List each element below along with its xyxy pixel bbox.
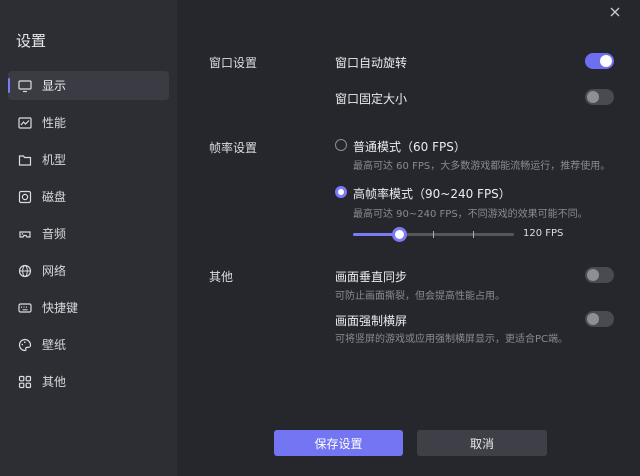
force-landscape-desc: 可将竖屏的游戏或应用强制横屏显示，更适合PC端。 (335, 334, 569, 345)
high-fps-mode-label[interactable]: 高帧率模式（90~240 FPS） (353, 185, 511, 202)
normal-mode-label[interactable]: 普通模式（60 FPS） (353, 138, 466, 155)
keyboard-icon (18, 301, 32, 315)
sidebar-item-display[interactable]: 显示 (8, 71, 169, 100)
globe-icon (18, 264, 32, 278)
sidebar-item-label: 音频 (42, 227, 67, 241)
sidebar: 设置 显示 性能 机型 磁盘 音频 网络 快捷键 壁纸 其他 (0, 0, 177, 476)
sidebar-item-other[interactable]: 其他 (8, 367, 169, 396)
sidebar-item-wallpaper[interactable]: 壁纸 (8, 330, 169, 359)
save-button[interactable]: 保存设置 (274, 430, 403, 456)
performance-icon (18, 116, 32, 130)
sidebar-nav: 显示 性能 机型 磁盘 音频 网络 快捷键 壁纸 其他 (8, 71, 169, 404)
vsync-desc: 可防止画面撕裂，但会提高性能占用。 (335, 291, 505, 302)
toggle-knob (587, 313, 599, 325)
vsync-label: 画面垂直同步 (335, 270, 408, 284)
settings-content: 窗口设置 窗口自动旋转 窗口固定大小 帧率设置 普通模式（60 FPS） 最高可… (177, 0, 640, 476)
monitor-icon (18, 79, 32, 93)
sidebar-item-disk[interactable]: 磁盘 (8, 182, 169, 211)
sidebar-item-label: 其他 (42, 375, 67, 389)
close-icon[interactable] (608, 4, 622, 18)
grid-icon (18, 375, 32, 389)
auto-rotate-label: 窗口自动旋转 (335, 56, 408, 70)
force-landscape-toggle[interactable] (585, 311, 614, 327)
sidebar-item-label: 快捷键 (42, 301, 79, 315)
fps-slider-value: 120 FPS (523, 228, 564, 239)
high-fps-mode-radio[interactable] (335, 186, 347, 198)
vsync-toggle[interactable] (585, 267, 614, 283)
section-frame-rate: 帧率设置 (209, 141, 258, 155)
sidebar-item-audio[interactable]: 音频 (8, 219, 169, 248)
sidebar-item-label: 机型 (42, 153, 67, 167)
sidebar-item-network[interactable]: 网络 (8, 256, 169, 285)
fps-slider-thumb[interactable] (392, 227, 407, 242)
cancel-button[interactable]: 取消 (417, 430, 547, 456)
disk-icon (18, 190, 32, 204)
toggle-knob (587, 269, 599, 281)
sidebar-item-label: 显示 (42, 79, 67, 93)
fps-slider-tick (473, 231, 474, 238)
toggle-knob (587, 91, 599, 103)
normal-mode-radio[interactable] (335, 139, 347, 151)
fixed-size-label: 窗口固定大小 (335, 92, 408, 106)
sidebar-item-shortcuts[interactable]: 快捷键 (8, 293, 169, 322)
auto-rotate-toggle[interactable] (585, 53, 614, 69)
sidebar-item-performance[interactable]: 性能 (8, 108, 169, 137)
sidebar-title: 设置 (16, 32, 47, 50)
device-model-icon (18, 153, 32, 167)
sidebar-item-label: 性能 (42, 116, 67, 130)
sidebar-item-device-model[interactable]: 机型 (8, 145, 169, 174)
section-window-settings: 窗口设置 (209, 56, 258, 70)
fixed-size-toggle[interactable] (585, 89, 614, 105)
sidebar-item-label: 壁纸 (42, 338, 67, 352)
fps-slider[interactable] (353, 227, 514, 242)
normal-mode-desc: 最高可达 60 FPS，大多数游戏都能流畅运行，推荐使用。 (353, 161, 611, 172)
audio-icon (18, 227, 32, 241)
section-other: 其他 (209, 270, 234, 284)
sidebar-item-label: 网络 (42, 264, 67, 278)
high-fps-mode-desc: 最高可达 90~240 FPS，不同游戏的效果可能不同。 (353, 209, 588, 220)
sidebar-item-label: 磁盘 (42, 190, 67, 204)
palette-icon (18, 338, 32, 352)
fps-slider-tick (433, 231, 434, 238)
force-landscape-label: 画面强制横屏 (335, 314, 408, 328)
toggle-knob (600, 55, 612, 67)
